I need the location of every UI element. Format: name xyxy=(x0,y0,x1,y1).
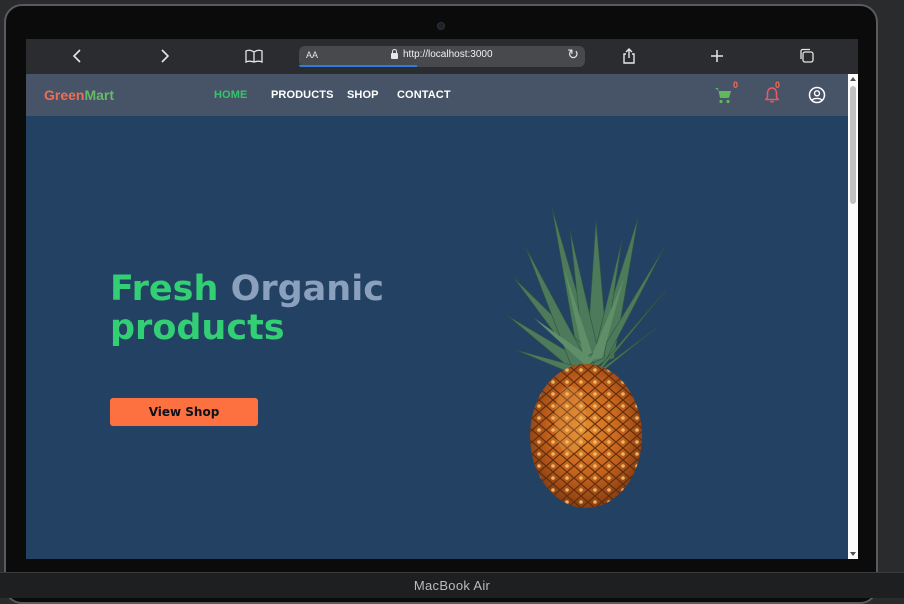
hero-title: Fresh Organic products xyxy=(110,270,384,348)
nav-home[interactable]: HOME xyxy=(214,89,247,101)
url-display[interactable]: http://localhost:3000 xyxy=(391,48,493,60)
browser-toolbar: AA http://localhost:3000 ↻ xyxy=(26,39,858,74)
address-bar[interactable]: AA http://localhost:3000 ↻ xyxy=(299,46,585,67)
nav-products[interactable]: PRODUCTS xyxy=(271,89,334,101)
brand-part2: Mart xyxy=(84,87,115,103)
forward-icon[interactable] xyxy=(153,45,177,67)
hero-title-line2: products xyxy=(110,308,285,348)
scroll-down-arrow-icon[interactable] xyxy=(850,552,856,556)
view-shop-button[interactable]: View Shop xyxy=(110,398,258,426)
camera xyxy=(438,23,444,29)
screen: AA http://localhost:3000 ↻ GreenMart HOM… xyxy=(26,39,858,559)
url-text: http://localhost:3000 xyxy=(403,49,493,60)
cart-count-badge: 0 xyxy=(733,80,739,90)
web-page: GreenMart HOME PRODUCTS SHOP CONTACT 0 0… xyxy=(26,74,848,559)
site-navbar: GreenMart HOME PRODUCTS SHOP CONTACT 0 0 xyxy=(26,74,848,116)
notification-count-badge: 0 xyxy=(775,80,781,90)
hero-title-word1: Fresh xyxy=(110,269,219,309)
back-icon[interactable] xyxy=(65,45,89,67)
reload-icon[interactable]: ↻ xyxy=(567,47,579,63)
cart-icon[interactable] xyxy=(714,86,732,104)
laptop-chin: MacBook Air xyxy=(0,572,904,598)
nav-shop[interactable]: SHOP xyxy=(347,89,379,101)
page-load-progress xyxy=(299,65,417,67)
nav-contact[interactable]: CONTACT xyxy=(397,89,451,101)
user-account-icon[interactable] xyxy=(808,86,826,104)
hero-title-word2: Organic xyxy=(230,269,384,309)
brand-part1: Green xyxy=(44,87,85,103)
lock-icon xyxy=(391,48,398,59)
tabs-icon[interactable] xyxy=(795,45,819,67)
bookmarks-icon[interactable] xyxy=(242,45,266,67)
new-tab-icon[interactable] xyxy=(705,45,729,67)
pineapple-image xyxy=(504,207,670,510)
device-label: MacBook Air xyxy=(413,578,491,593)
page-scrollbar[interactable] xyxy=(848,74,858,559)
share-icon[interactable] xyxy=(617,45,641,67)
text-size-button[interactable]: AA xyxy=(306,50,318,60)
scroll-thumb[interactable] xyxy=(850,86,856,204)
brand-logo[interactable]: GreenMart xyxy=(44,87,114,103)
scroll-up-arrow-icon[interactable] xyxy=(850,77,856,81)
